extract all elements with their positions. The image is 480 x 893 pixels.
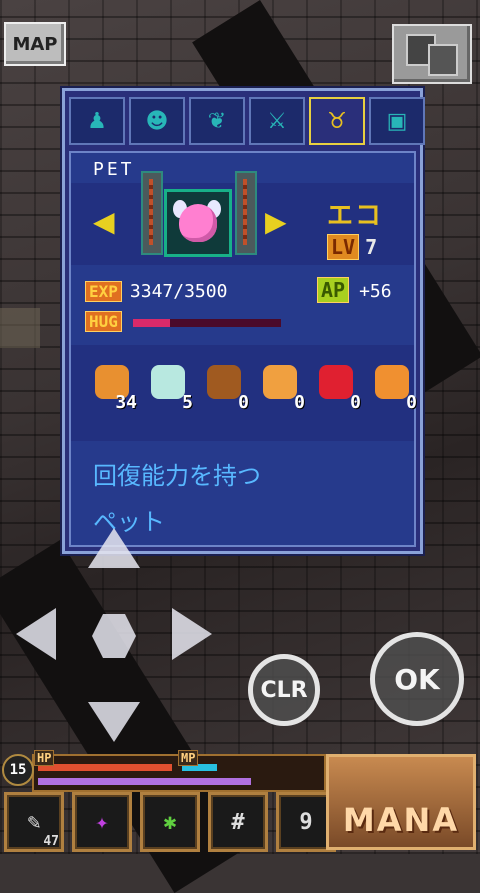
hud: HP MP 15 ✎ 47 ✦ ✱ # 9 MANA (0, 748, 480, 854)
section-label: PET (93, 159, 135, 180)
left-door-frame (141, 171, 163, 255)
hug-bar-fill (133, 319, 170, 327)
tab-pet[interactable]: ♉ (309, 97, 365, 145)
mp-label: MP (178, 750, 199, 766)
clr-button[interactable]: CLR (248, 654, 320, 726)
dpad-center[interactable] (92, 614, 136, 658)
meat-icon (207, 365, 241, 399)
pet-icon: ♉ (327, 108, 347, 134)
ap-row: AP +56 (317, 277, 392, 303)
sword-icon: ⚔ (267, 108, 287, 134)
hp-label: HP (34, 750, 55, 766)
tab-character[interactable]: ♟ (69, 97, 125, 145)
pet-panel: ♟ ☻ ❦ ⚔ ♉ ▣ PET ◀ ▶ エコ LV 7 EXP 3347/3500 … (62, 88, 425, 554)
pet-name: エコ (327, 201, 384, 231)
player-level: 15 (2, 754, 34, 786)
monitor-icon: ▣ (386, 108, 408, 134)
lv-label: LV (327, 234, 360, 260)
parfait-icon (375, 365, 409, 399)
food-item-bread[interactable]: 34 (91, 359, 137, 413)
exp-label: EXP (85, 281, 122, 302)
dpad-right-icon[interactable] (172, 608, 212, 660)
right-door-frame (235, 171, 257, 255)
quick-slots: ✎ 47 ✦ ✱ # 9 (4, 792, 336, 852)
map-button[interactable]: MAP (4, 22, 66, 66)
quick-slot[interactable]: ✦ (72, 792, 132, 852)
floor-tile (0, 308, 40, 348)
tab-armor[interactable]: ☻ (129, 97, 185, 145)
armor-icon: ☻ (145, 108, 169, 134)
food-item-parfait[interactable]: 0 (371, 359, 417, 413)
food-item-lollipop[interactable]: 0 (259, 359, 305, 413)
dpad-left-icon[interactable] (16, 608, 56, 660)
exp-row: EXP 3347/3500 (85, 281, 227, 302)
pet-portrait (164, 189, 232, 257)
lollipop-icon (263, 365, 297, 399)
food-items: 34 5 0 0 0 0 (91, 359, 417, 413)
exp-value: 3347/3500 (129, 281, 228, 302)
scroll-icon: ✎ (27, 809, 41, 835)
quick-slot[interactable]: ✎ 47 (4, 792, 64, 852)
description-line: 回復能力を持つ (93, 462, 261, 490)
ap-value: +56 (359, 281, 392, 302)
person-icon: ♟ (87, 108, 107, 134)
prev-pet-arrow-icon[interactable]: ◀ (93, 205, 115, 238)
food-item-apple[interactable]: 0 (315, 359, 361, 413)
level-value: 7 (365, 235, 378, 259)
dpad (16, 528, 212, 742)
ring-icon: ❦ (207, 108, 227, 134)
tab-accessory[interactable]: ❦ (189, 97, 245, 145)
hash-slot-icon: # (231, 809, 245, 835)
equipment-tabs: ♟ ☻ ❦ ⚔ ♉ ▣ (69, 97, 425, 145)
quick-slot[interactable]: ✱ (140, 792, 200, 852)
xp-bar (38, 778, 251, 785)
ok-button[interactable]: OK (370, 632, 464, 726)
pet-level: LV 7 (327, 234, 378, 260)
hp-bar (38, 764, 173, 771)
hug-row: HUG (85, 311, 122, 332)
pink-bunny-icon (179, 204, 217, 242)
nine-slot-icon: 9 (299, 809, 313, 835)
hug-bar (133, 319, 281, 327)
floppy-disk-icon (428, 44, 458, 76)
dpad-up-icon[interactable] (88, 528, 140, 568)
hug-label: HUG (85, 311, 122, 332)
ap-label: AP (317, 277, 350, 303)
tab-weapon[interactable]: ⚔ (249, 97, 305, 145)
mana-button[interactable]: MANA (326, 754, 476, 850)
tab-system[interactable]: ▣ (369, 97, 425, 145)
pet-details: PET ◀ ▶ エコ LV 7 EXP 3347/3500 AP +56 HUG 34… (69, 151, 417, 547)
save-button[interactable] (392, 24, 472, 84)
food-item-meat[interactable]: 0 (203, 359, 249, 413)
apple-icon (319, 365, 353, 399)
crystal-icon (151, 365, 185, 399)
dpad-down-icon[interactable] (88, 702, 140, 742)
rune-icon: ✦ (95, 809, 109, 835)
next-pet-arrow-icon[interactable]: ▶ (265, 205, 287, 238)
food-item-crystal[interactable]: 5 (147, 359, 193, 413)
quick-slot[interactable]: # (208, 792, 268, 852)
swirl-icon: ✱ (163, 809, 177, 835)
